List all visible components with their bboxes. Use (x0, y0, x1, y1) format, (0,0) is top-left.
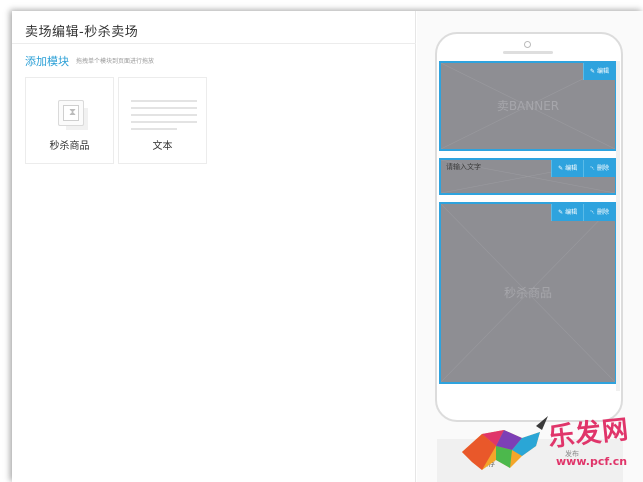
delete-button[interactable]: ␡ 删除 (583, 160, 615, 177)
banner-block[interactable]: 卖BANNER ✎ 编辑 (439, 61, 617, 151)
watermark-url: www.pcf.cn (556, 455, 628, 468)
module-flash-sale-goods[interactable]: ⧗ 秒杀商品 (25, 77, 114, 164)
trash-icon: ␡ (590, 209, 595, 216)
add-module-hint: 拖拽单个模块到页面进行拖放 (76, 58, 155, 65)
delete-button[interactable]: ␡ 删除 (583, 204, 615, 221)
module-label: 文本 (152, 141, 173, 152)
module-label: 秒杀商品 (49, 141, 90, 152)
text-lines-icon (131, 100, 197, 135)
edit-button[interactable]: ✎ 编辑 (582, 63, 615, 80)
edit-button[interactable]: ✎ 编辑 (551, 160, 584, 177)
speaker-icon (503, 51, 553, 54)
flash-sale-goods-block[interactable]: 秒杀商品 ✎ 编辑 ␡ 删除 (439, 202, 617, 384)
pencil-icon: ✎ (589, 68, 595, 75)
goods-block-caption: 秒杀商品 (503, 286, 552, 300)
banner-caption: 卖BANNER (496, 99, 560, 113)
editor-panel: 卖场编辑-秒杀卖场 添加模块 拖拽单个模块到页面进行拖放 ⧗ 秒杀商品 文本 (12, 11, 416, 482)
divider (12, 43, 416, 44)
page-title: 卖场编辑-秒杀卖场 (25, 25, 139, 40)
trash-icon: ␡ (590, 165, 595, 172)
module-text[interactable]: 文本 (118, 77, 207, 164)
pencil-icon: ✎ (558, 165, 564, 172)
edit-button[interactable]: ✎ 编辑 (551, 204, 584, 221)
add-module-label: 添加模块 (25, 55, 69, 68)
phone-frame: 卖BANNER ✎ 编辑 请输入文字 ✎ 编辑 ␡ 删除 秒杀商品 ✎ 编辑 ␡… (435, 32, 623, 422)
pencil-icon: ✎ (558, 209, 564, 216)
camera-icon (524, 41, 531, 48)
text-block[interactable]: 请输入文字 ✎ 编辑 ␡ 删除 (439, 158, 617, 195)
preview-scrollbar[interactable] (616, 61, 620, 391)
text-block-content: 请输入文字 (446, 163, 481, 171)
flash-sale-goods-icon: ⧗ (58, 100, 84, 126)
